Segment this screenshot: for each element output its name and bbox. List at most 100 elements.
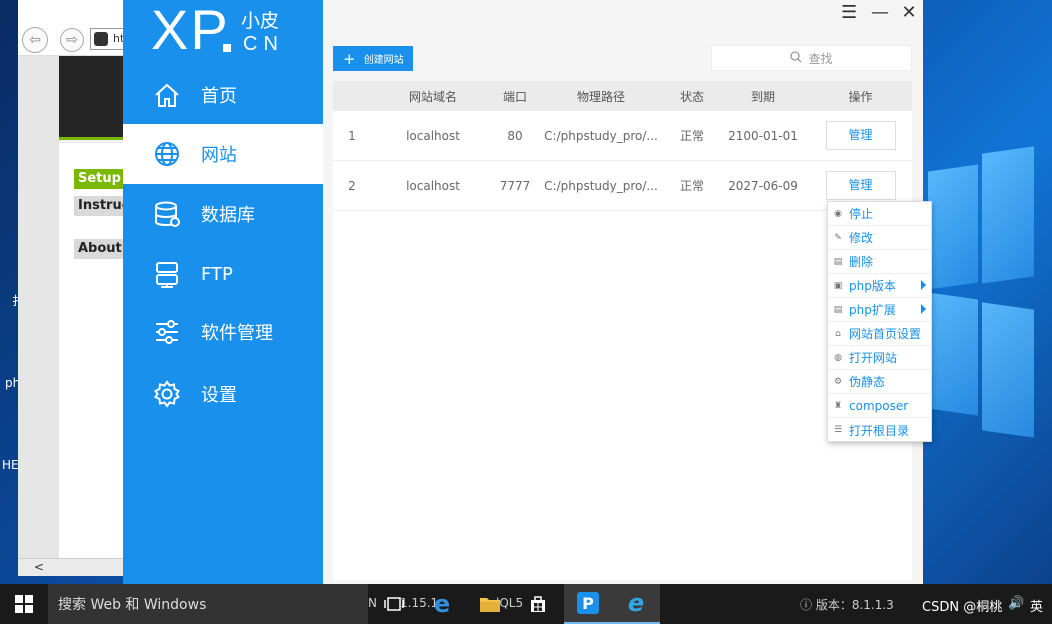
menu-item-label: 删除 bbox=[849, 255, 874, 269]
windows-start-icon bbox=[15, 595, 33, 613]
column-header-status: 状态 bbox=[679, 89, 704, 104]
menu-item-label: 网站首页设置 bbox=[849, 327, 922, 341]
minimize-icon[interactable]: — bbox=[871, 2, 889, 23]
sidebar-item-label: 设置 bbox=[201, 385, 237, 406]
menu-item-label: 修改 bbox=[849, 231, 874, 245]
xp-logo: XP 小皮 CN bbox=[123, 0, 323, 63]
menu-item-rewrite[interactable]: ⚙ 伪静态 bbox=[828, 370, 931, 394]
sidebar-item-settings[interactable]: 设置 bbox=[123, 364, 323, 424]
start-button[interactable] bbox=[0, 584, 48, 624]
menu-item-delete[interactable]: ▤ 删除 bbox=[828, 250, 931, 274]
submenu-arrow-icon bbox=[921, 304, 926, 314]
ftp-icon bbox=[153, 260, 181, 288]
scroll-left-icon[interactable]: < bbox=[34, 560, 44, 574]
menu-item-stop[interactable]: ◉ 停止 bbox=[828, 202, 931, 226]
folder-icon bbox=[480, 598, 500, 612]
sidebar-item-software[interactable]: 软件管理 bbox=[123, 302, 323, 362]
window-controls: ☰ — ✕ bbox=[841, 2, 917, 23]
row-number: 1 bbox=[348, 128, 356, 143]
menu-item-label: composer bbox=[849, 398, 909, 413]
search-icon bbox=[790, 50, 802, 66]
row-expire: 2100-01-01 bbox=[728, 128, 798, 143]
menu-item-open-root[interactable]: ☰ 打开根目录 bbox=[828, 418, 931, 442]
row-domain: localhost bbox=[406, 128, 460, 143]
horizontal-scrollbar[interactable]: < bbox=[18, 558, 128, 576]
taskbar: 搜索 Web 和 Windows N 1.15.1 lQL5 e P e ⓘ 版… bbox=[0, 584, 1052, 624]
back-arrow-icon[interactable]: ⇦ bbox=[22, 27, 48, 53]
sidebar-item-ftp[interactable]: FTP bbox=[123, 244, 323, 304]
trash-icon: ▤ bbox=[833, 256, 843, 267]
menu-item-label: php扩展 bbox=[849, 303, 896, 317]
version-label: 版本：8.1.1.3 bbox=[815, 598, 894, 612]
manage-context-menu: ◉ 停止 ✎ 修改 ▤ 删除 ▣ php版本 ▤ php扩展 ⌂ 网站首页设置 ◍ 打开网站 … bbox=[827, 201, 932, 442]
row-port: 7777 bbox=[499, 178, 531, 193]
sidebar-item-label: 首页 bbox=[201, 86, 237, 107]
menu-item-composer[interactable]: ♜ composer bbox=[828, 394, 931, 418]
info-icon: ⓘ bbox=[800, 598, 816, 612]
edge-icon: e bbox=[433, 590, 451, 618]
logo-xp-text: XP bbox=[151, 0, 230, 61]
edit-icon: ✎ bbox=[834, 232, 842, 243]
taskbar-search-placeholder: 搜索 Web 和 Windows bbox=[58, 597, 207, 613]
homepage-icon: ⌂ bbox=[835, 328, 841, 339]
close-icon[interactable]: ✕ bbox=[901, 2, 917, 23]
menu-item-edit[interactable]: ✎ 修改 bbox=[828, 226, 931, 250]
column-header-domain: 网站域名 bbox=[408, 89, 457, 104]
globe-icon bbox=[153, 140, 181, 168]
version-text: ⓘ 版本：8.1.1.3 bbox=[800, 596, 894, 613]
row-status: 正常 bbox=[679, 179, 704, 193]
sidebar-item-home[interactable]: 首页 bbox=[123, 65, 323, 125]
forward-arrow-icon[interactable]: ⇨ bbox=[60, 28, 84, 52]
php-extension-icon: ▤ bbox=[833, 304, 843, 315]
explorer-taskbar-button[interactable] bbox=[466, 584, 514, 624]
ime-indicator[interactable]: 英 bbox=[1030, 596, 1043, 615]
phpstudy-icon: P bbox=[577, 592, 599, 614]
manage-button[interactable]: 管理 bbox=[825, 121, 896, 150]
page-header-banner bbox=[59, 56, 129, 140]
windows-logo-wallpaper bbox=[920, 120, 1040, 440]
volume-icon[interactable]: 🔊 bbox=[1008, 596, 1024, 611]
create-website-button[interactable]: + 创建网站 bbox=[333, 46, 413, 71]
sidebar-item-database[interactable]: 数据库 bbox=[123, 184, 323, 244]
plus-icon: + bbox=[343, 49, 356, 68]
menu-item-php-version[interactable]: ▣ php版本 bbox=[828, 274, 931, 298]
task-view-icon bbox=[384, 597, 404, 611]
table-row[interactable]: 2 localhost 7777 C:/phpstudy_pro/... 正常 … bbox=[333, 161, 912, 211]
row-domain: localhost bbox=[406, 178, 460, 193]
menu-item-open-site[interactable]: ◍ 打开网站 bbox=[828, 346, 931, 370]
taskbar-search-box[interactable]: 搜索 Web 和 Windows bbox=[48, 584, 368, 624]
background-browser-window[interactable]: ⇦ ⇨ ht Setup L Instruc About < bbox=[18, 0, 134, 576]
sidebar: XP 小皮 CN 首页 网站 数据库 FTP 软件管理 设置 bbox=[123, 0, 323, 584]
sliders-icon bbox=[153, 318, 181, 346]
store-icon bbox=[531, 596, 545, 612]
sidebar-item-label: 软件管理 bbox=[201, 323, 273, 344]
menu-item-label: 伪静态 bbox=[849, 375, 886, 389]
column-header-expire: 到期 bbox=[750, 89, 775, 104]
desktop-icon-label[interactable]: HE bbox=[2, 458, 19, 472]
search-placeholder: 查找 bbox=[808, 51, 833, 66]
manage-button[interactable]: 管理 bbox=[825, 171, 896, 200]
sidebar-item-label: 数据库 bbox=[201, 205, 255, 226]
menu-item-label: php版本 bbox=[849, 279, 896, 293]
menu-item-homepage-setting[interactable]: ⌂ 网站首页设置 bbox=[828, 322, 931, 346]
menu-item-label: 打开根目录 bbox=[849, 423, 910, 438]
open-site-icon: ◍ bbox=[834, 352, 842, 363]
menu-item-php-extension[interactable]: ▤ php扩展 bbox=[828, 298, 931, 322]
phpstudy-taskbar-button[interactable]: P bbox=[564, 584, 612, 624]
search-input[interactable]: 查找 bbox=[711, 45, 912, 71]
menu-icon[interactable]: ☰ bbox=[841, 2, 857, 23]
home-icon bbox=[153, 81, 181, 109]
sidebar-item-label: 网站 bbox=[201, 145, 237, 166]
store-taskbar-button[interactable] bbox=[514, 584, 562, 624]
table-row[interactable]: 1 localhost 80 C:/phpstudy_pro/... 正常 21… bbox=[333, 111, 912, 161]
sidebar-item-website[interactable]: 网站 bbox=[123, 124, 323, 184]
edge-taskbar-button[interactable]: e bbox=[418, 584, 466, 624]
row-expire: 2027-06-09 bbox=[728, 178, 798, 193]
row-path: C:/phpstudy_pro/... bbox=[544, 178, 658, 193]
php-version-icon: ▣ bbox=[833, 280, 843, 291]
ie-taskbar-button[interactable]: e bbox=[612, 584, 660, 624]
task-view-button[interactable] bbox=[370, 584, 418, 624]
row-status: 正常 bbox=[679, 129, 704, 143]
menu-item-label: 停止 bbox=[849, 207, 874, 221]
internet-explorer-icon: e bbox=[627, 589, 645, 617]
